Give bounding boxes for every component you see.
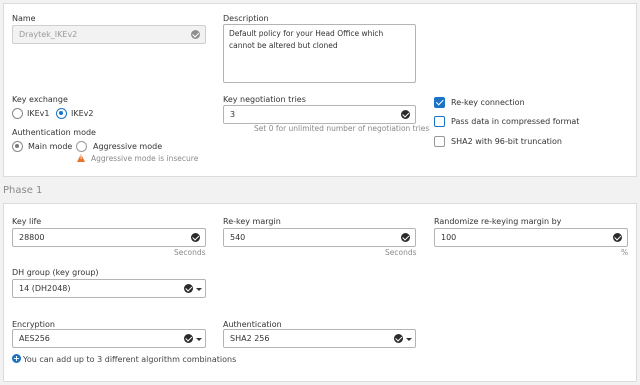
add-combination-icon[interactable]: [12, 354, 21, 363]
ikev2-radio[interactable]: [56, 108, 67, 119]
key-life-unit: Seconds: [174, 248, 206, 257]
key-negotiation-value: 3: [230, 110, 236, 119]
warning-icon: [77, 154, 85, 162]
encryption-label: Encryption: [12, 320, 55, 329]
pass-data-checkbox[interactable]: [434, 116, 445, 127]
sha2-label: SHA2 with 96-bit truncation: [451, 137, 562, 146]
rekey-margin-label: Re-key margin: [223, 217, 281, 226]
dh-group-value: 14 (DH2048): [19, 284, 71, 293]
chevron-down-icon: [196, 338, 202, 341]
rekey-margin-value: 540: [230, 233, 246, 242]
auth-mode-label: Authentication mode: [12, 128, 96, 137]
rekey-margin-unit: Seconds: [385, 248, 417, 257]
description-label: Description: [223, 14, 269, 23]
aggressive-mode-radio[interactable]: [76, 141, 87, 152]
aggressive-warning-text: Aggressive mode is insecure: [91, 154, 199, 163]
authentication-label: Authentication: [223, 320, 282, 329]
key-life-input[interactable]: 28800: [12, 228, 206, 247]
key-negotiation-input[interactable]: 3: [223, 105, 416, 124]
encryption-select[interactable]: AES256: [12, 329, 206, 348]
check-circle-icon: [401, 110, 410, 119]
rekey-margin-input[interactable]: 540: [223, 228, 416, 247]
authentication-select[interactable]: SHA2 256: [223, 329, 416, 348]
dh-group-label: DH group (key group): [12, 268, 99, 277]
randomize-input[interactable]: 100: [434, 228, 628, 247]
main-mode-label: Main mode: [28, 142, 73, 151]
check-circle-icon: [613, 233, 622, 242]
check-circle-icon: [394, 334, 403, 343]
name-label: Name: [12, 14, 36, 23]
rekey-connection-label: Re-key connection: [451, 98, 525, 107]
key-exchange-label: Key exchange: [12, 95, 68, 104]
check-circle-icon: [191, 233, 200, 242]
key-life-value: 28800: [19, 233, 45, 242]
name-field: Draytek_IKEv2: [12, 25, 206, 44]
chevron-down-icon: [196, 288, 202, 291]
name-value: Draytek_IKEv2: [19, 30, 78, 39]
aggressive-mode-label: Aggressive mode: [93, 142, 163, 151]
key-negotiation-hint: Set 0 for unlimited number of negotiatio…: [254, 124, 430, 133]
randomize-unit: %: [621, 248, 629, 257]
pass-data-label: Pass data in compressed format: [451, 117, 580, 126]
dh-group-select[interactable]: 14 (DH2048): [12, 279, 206, 298]
description-textarea[interactable]: Default policy for your Head Office whic…: [223, 24, 416, 83]
key-negotiation-label: Key negotiation tries: [223, 95, 306, 104]
authentication-value: SHA2 256: [230, 334, 270, 343]
check-circle-icon: [184, 284, 193, 293]
rekey-connection-checkbox[interactable]: [434, 97, 445, 108]
randomize-label: Randomize re-keying margin by: [434, 217, 562, 226]
check-circle-icon: [191, 30, 200, 39]
phase1-title: Phase 1: [3, 185, 43, 196]
encryption-value: AES256: [19, 334, 50, 343]
add-combination-text: You can add up to 3 different algorithm …: [23, 355, 237, 364]
ikev2-label: IKEv2: [71, 109, 94, 118]
ikev1-radio[interactable]: [12, 108, 23, 119]
key-life-label: Key life: [12, 217, 42, 226]
ikev1-label: IKEv1: [27, 109, 50, 118]
check-circle-icon: [401, 233, 410, 242]
randomize-value: 100: [441, 233, 457, 242]
sha2-checkbox[interactable]: [434, 136, 445, 147]
chevron-down-icon: [406, 338, 412, 341]
main-mode-radio[interactable]: [12, 141, 23, 152]
check-circle-icon: [184, 334, 193, 343]
